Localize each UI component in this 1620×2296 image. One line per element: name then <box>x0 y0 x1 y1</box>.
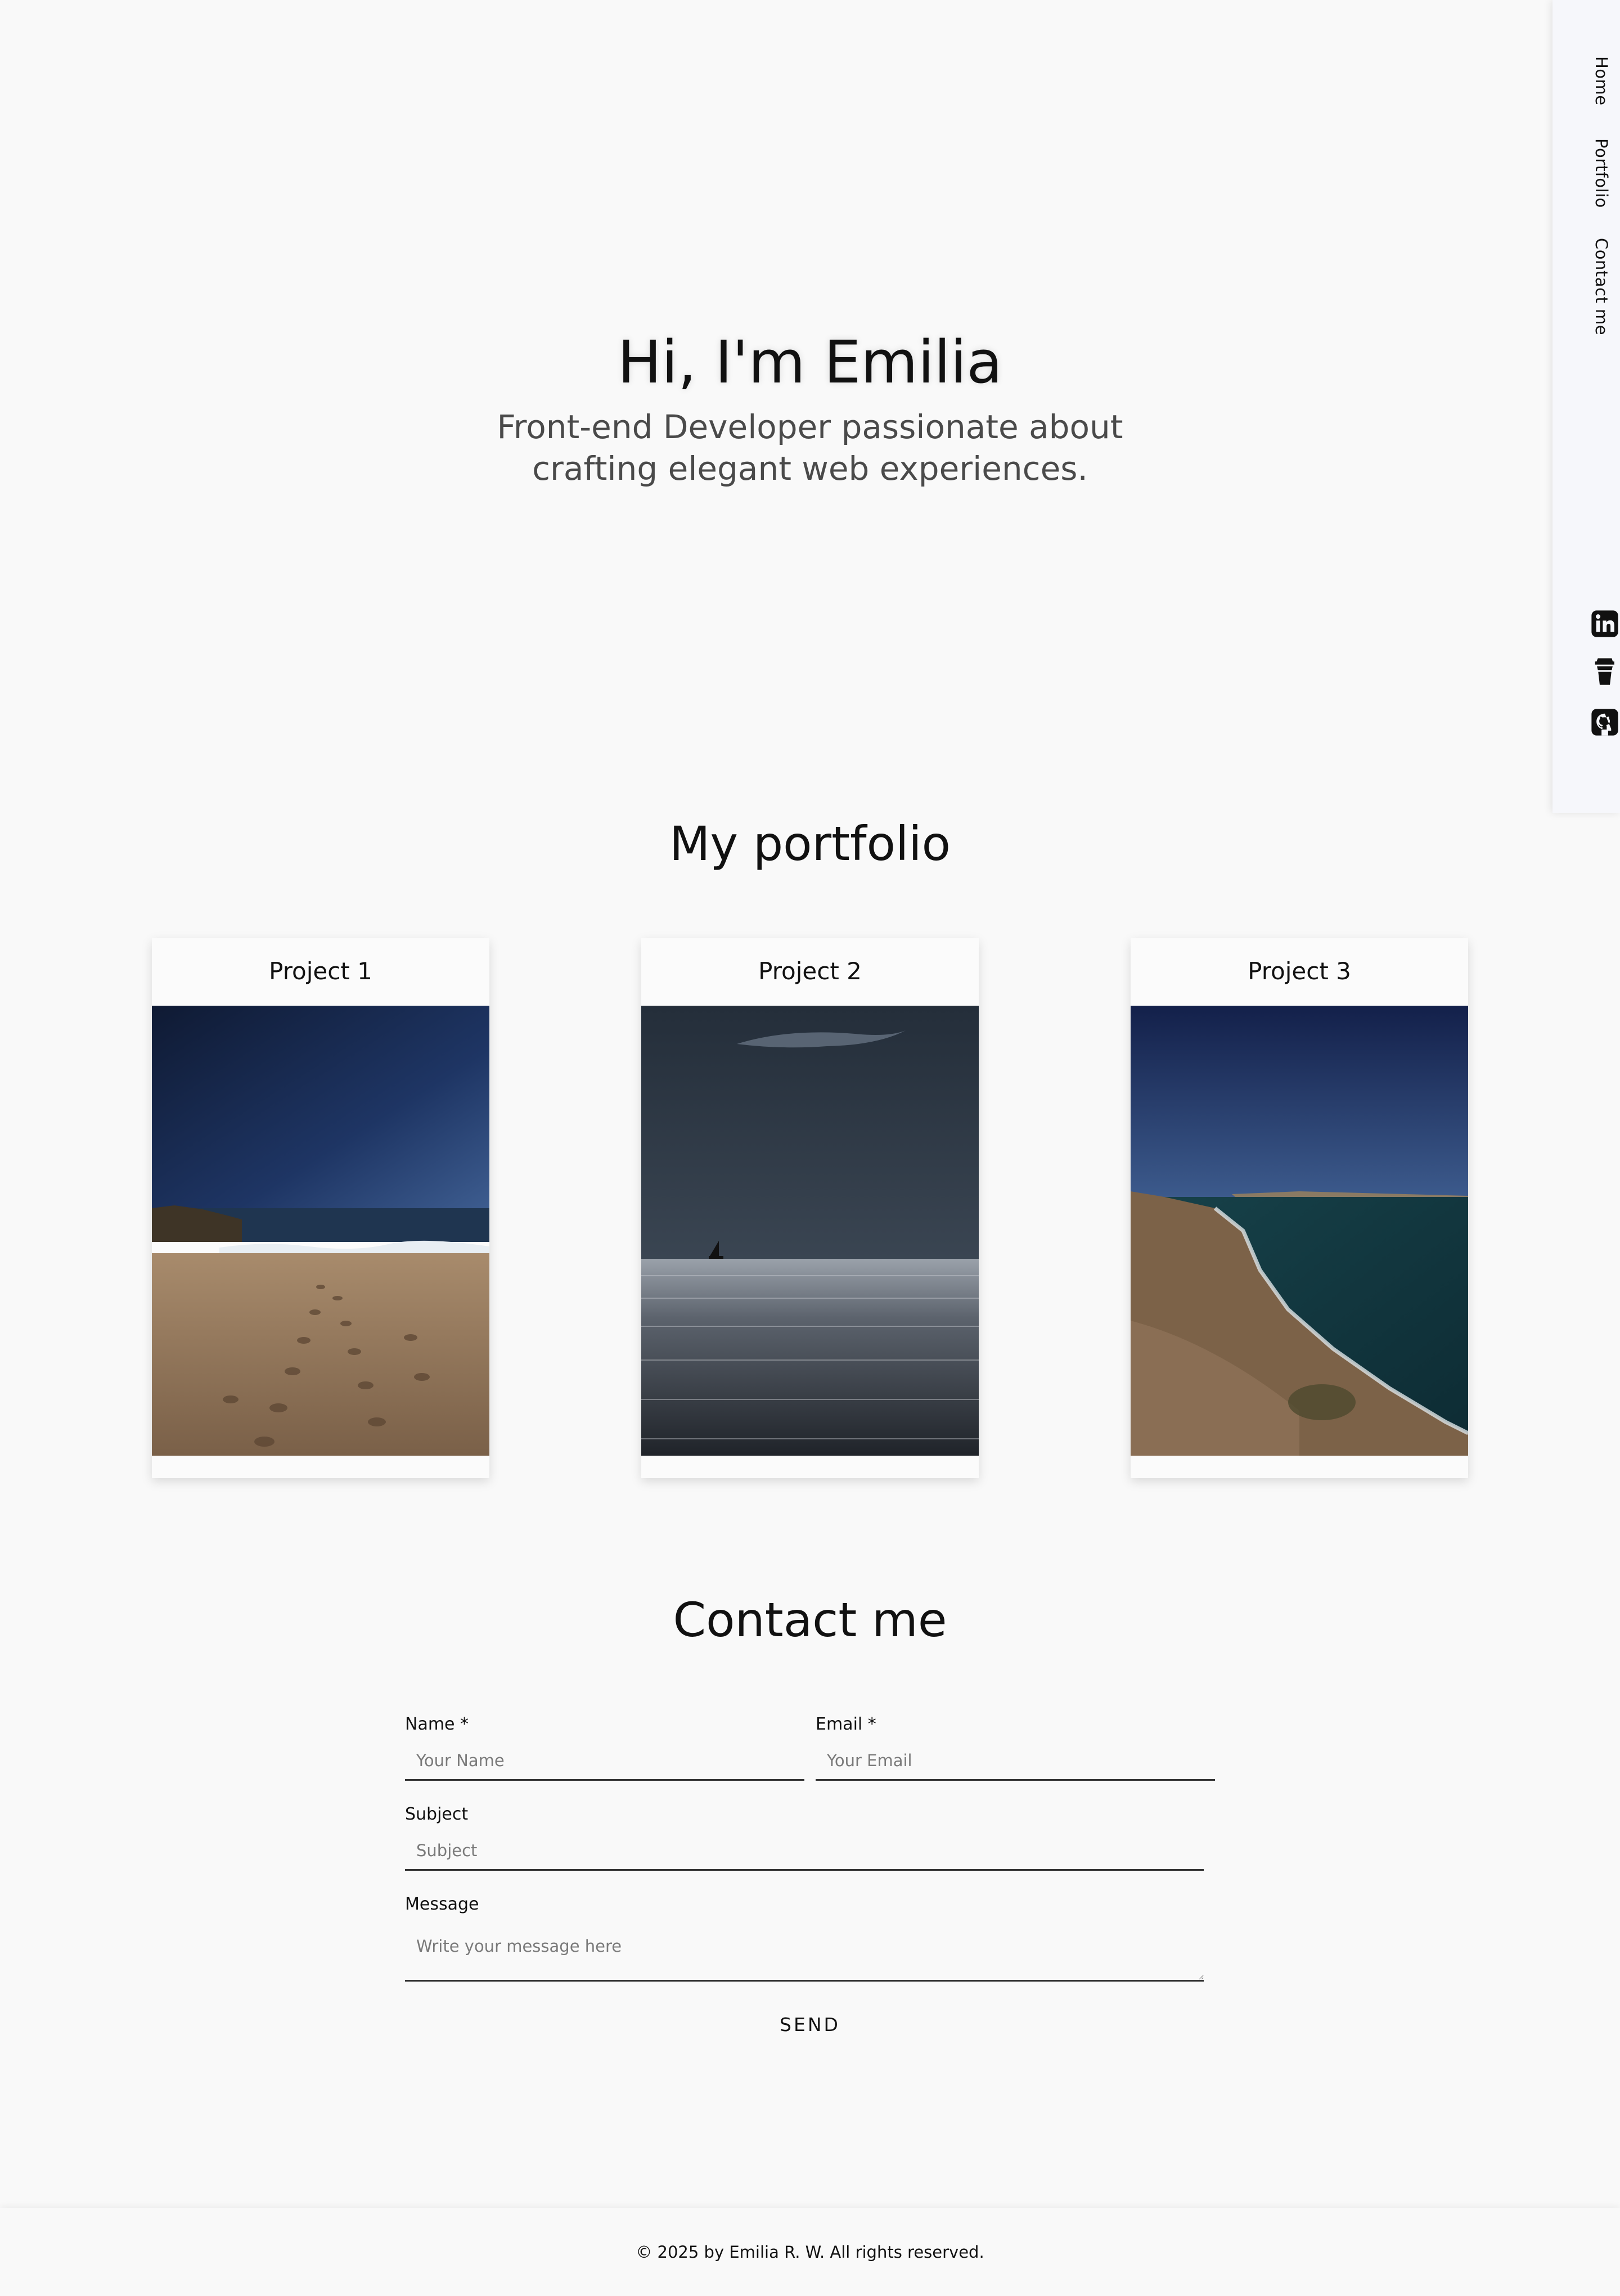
footer: © 2025 by Emilia R. W. All rights reserv… <box>0 2208 1620 2296</box>
coffee-cup-icon[interactable] <box>1590 656 1620 687</box>
project-card-2[interactable]: Project 2 <box>641 938 979 1478</box>
portfolio-title: My portfolio <box>669 816 951 871</box>
message-textarea[interactable] <box>405 1920 1204 1982</box>
nav-portfolio-link[interactable]: Portfolio <box>1592 138 1611 208</box>
beach-footprints-photo <box>152 1006 489 1456</box>
sailboat-sea-photo <box>641 1006 979 1456</box>
hero-subtitle: Front-end Developer passionate about cra… <box>497 408 1123 488</box>
project-card-title: Project 1 <box>269 957 372 985</box>
footer-copyright: © 2025 by Emilia R. W. All rights reserv… <box>636 2243 984 2262</box>
coastal-cliffs-photo <box>1131 1006 1468 1456</box>
subject-input[interactable] <box>405 1831 1204 1871</box>
nav-home-link[interactable]: Home <box>1592 56 1611 106</box>
name-input[interactable] <box>405 1741 804 1781</box>
linkedin-icon[interactable] <box>1590 609 1620 639</box>
name-label: Name * <box>405 1714 469 1734</box>
subject-label: Subject <box>405 1804 469 1824</box>
message-label: Message <box>405 1894 479 1914</box>
side-navigation: Home Portfolio Contact me <box>1552 0 1620 813</box>
project-card-3[interactable]: Project 3 <box>1131 938 1468 1478</box>
contact-title: Contact me <box>673 1592 947 1647</box>
nav-contact-link[interactable]: Contact me <box>1592 238 1611 335</box>
project-card-1[interactable]: Project 1 <box>152 938 489 1478</box>
github-icon[interactable] <box>1590 707 1620 737</box>
email-label: Email * <box>816 1714 876 1734</box>
email-input[interactable] <box>816 1741 1215 1781</box>
project-card-title: Project 2 <box>758 957 862 985</box>
project-card-title: Project 3 <box>1248 957 1351 985</box>
send-button[interactable]: SEND <box>754 2002 866 2046</box>
hero-title: Hi, I'm Emilia <box>617 328 1003 397</box>
